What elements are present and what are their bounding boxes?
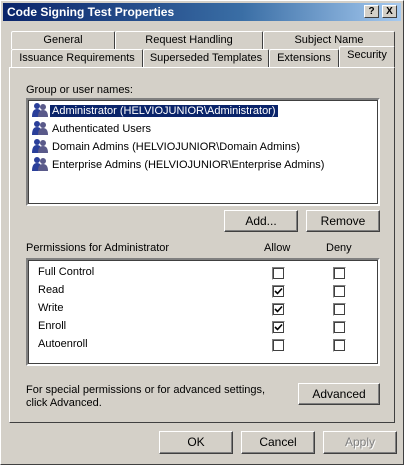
list-item[interactable]: Authenticated Users [32,120,153,138]
user-name: Administrator (HELVIOJUNIOR\Administrato… [49,104,279,118]
list-item[interactable]: Administrator (HELVIOJUNIOR\Administrato… [32,102,279,120]
users-icon [32,156,48,172]
deny-checkbox[interactable] [333,339,346,352]
permission-name: Write [38,302,64,314]
allow-checkbox[interactable] [272,303,285,316]
close-button[interactable]: X [382,5,397,18]
add-button[interactable]: Add... [224,210,298,232]
list-item[interactable]: Enterprise Admins (HELVIOJUNIOR\Enterpri… [32,156,326,174]
allow-checkbox[interactable] [272,339,285,352]
user-list[interactable]: Administrator (HELVIOJUNIOR\Administrato… [26,98,380,206]
users-icon [32,120,48,136]
allow-header: Allow [264,242,291,254]
deny-checkbox[interactable] [333,303,346,316]
user-name: Authenticated Users [52,123,152,135]
allow-checkbox[interactable] [272,285,285,298]
deny-header: Deny [326,242,352,254]
deny-checkbox[interactable] [333,321,346,334]
security-tab-panel: Group or user names: Administrator (HELV… [9,67,395,423]
remove-button[interactable]: Remove [306,210,380,232]
tab-general[interactable]: General [11,31,115,49]
allow-checkbox[interactable] [272,321,285,334]
permissions-list: Full Control Read Write Enroll Autoenroll [26,258,380,366]
permission-name: Read [38,284,65,296]
tab-superseded-templates[interactable]: Superseded Templates [143,49,269,67]
group-names-label: Group or user names: [26,84,133,96]
advanced-button[interactable]: Advanced [298,383,380,405]
tab-request-handling[interactable]: Request Handling [115,31,263,49]
properties-dialog: Code Signing Test Properties ? X General… [0,0,404,465]
help-button[interactable]: ? [364,5,379,18]
advanced-hint: For special permissions or for advanced … [26,384,266,409]
apply-button[interactable]: Apply [323,431,397,454]
user-name: Enterprise Admins (HELVIOJUNIOR\Enterpri… [52,159,325,171]
users-icon [32,138,48,154]
deny-checkbox[interactable] [333,267,346,280]
users-icon [32,102,48,118]
allow-checkbox[interactable] [272,267,285,280]
deny-checkbox[interactable] [333,285,346,298]
window-title: Code Signing Test Properties [7,5,175,19]
title-bar[interactable]: Code Signing Test Properties ? X [3,3,401,21]
permission-name: Full Control [38,266,95,278]
list-item[interactable]: Domain Admins (HELVIOJUNIOR\Domain Admin… [32,138,302,156]
tab-security[interactable]: Security [339,46,395,67]
permission-name: Enroll [38,320,67,332]
user-name: Domain Admins (HELVIOJUNIOR\Domain Admin… [52,141,300,153]
ok-button[interactable]: OK [159,431,233,454]
permissions-label: Permissions for Administrator [26,242,170,254]
permission-name: Autoenroll [38,338,88,350]
tab-issuance-requirements[interactable]: Issuance Requirements [11,49,143,67]
tab-extensions[interactable]: Extensions [269,49,339,67]
cancel-button[interactable]: Cancel [241,431,315,454]
